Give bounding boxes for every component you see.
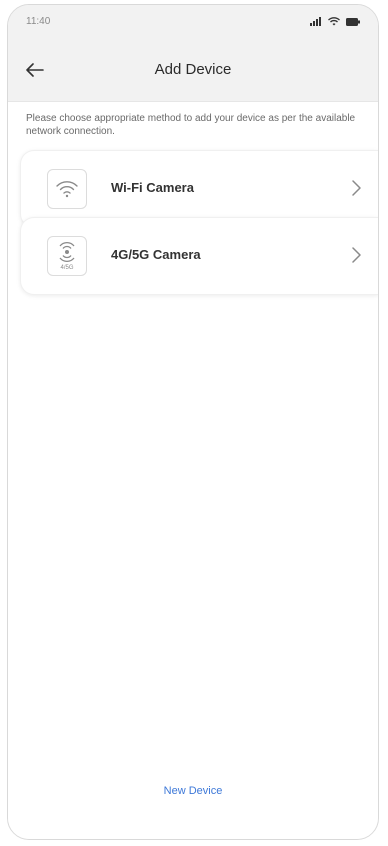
- cellular-icon-box: 4/5G: [47, 236, 87, 276]
- navigation-bar: Add Device: [8, 39, 378, 102]
- wifi-icon-box: [47, 169, 87, 209]
- chevron-right-icon: [352, 180, 361, 196]
- page-title: Add Device: [154, 61, 232, 78]
- battery-icon: [346, 17, 360, 26]
- wifi-camera-label: Wi-Fi Camera: [111, 180, 194, 195]
- wifi-status-icon: [328, 17, 340, 26]
- cellular-icon-caption: 4/5G: [60, 265, 73, 271]
- cellular-camera-label: 4G/5G Camera: [111, 247, 201, 262]
- status-icons: [310, 17, 360, 26]
- phone-frame: 11:40 Add Device Please choose appropria…: [7, 4, 379, 840]
- cellular-camera-option[interactable]: 4/5G 4G/5G Camera: [20, 217, 378, 295]
- status-bar: 11:40: [8, 5, 378, 39]
- cellular-antenna-icon: 4/5G: [59, 242, 75, 271]
- wifi-icon: [56, 181, 78, 198]
- chevron-right-icon: [352, 247, 361, 263]
- new-device-link[interactable]: New Device: [8, 785, 378, 797]
- instruction-text: Please choose appropriate method to add …: [26, 113, 356, 137]
- status-time: 11:40: [26, 16, 51, 27]
- main-content: Please choose appropriate method to add …: [8, 102, 378, 839]
- cellular-signal-icon: [310, 17, 321, 26]
